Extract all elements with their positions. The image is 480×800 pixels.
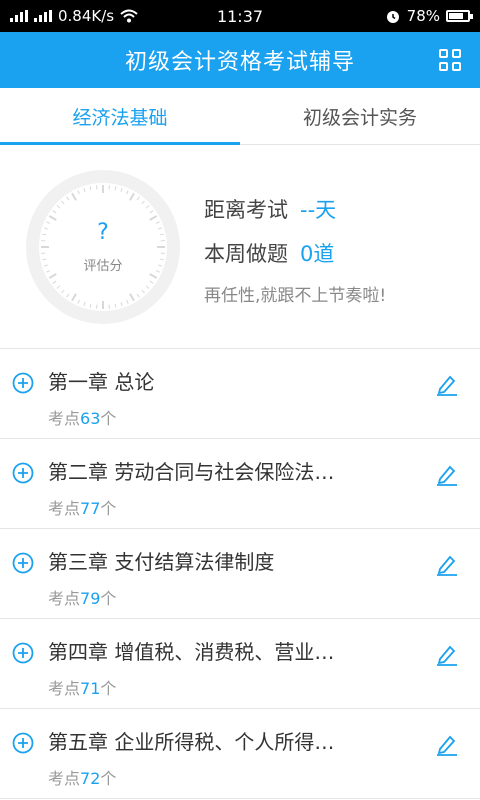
chapter-item[interactable]: 第一章 总论 考点63个 <box>0 349 480 439</box>
points-suffix: 个 <box>100 679 117 698</box>
chapter-item[interactable]: 第四章 增值税、消费税、营业… 考点71个 <box>0 619 480 709</box>
chapter-title: 第二章 劳动合同与社会保险法… <box>48 460 335 484</box>
expand-plus-icon[interactable] <box>12 552 34 574</box>
exam-countdown-label: 距离考试 <box>204 198 288 222</box>
expand-plus-icon[interactable] <box>12 372 34 394</box>
chapter-points: 考点77个 <box>48 495 480 519</box>
points-suffix: 个 <box>100 589 117 608</box>
exam-countdown: 距离考试 --天 <box>204 187 386 231</box>
chapter-title: 第四章 增值税、消费税、营业… <box>48 640 335 664</box>
status-right: 78% <box>385 7 473 25</box>
subject-tabs: 经济法基础 初级会计实务 <box>0 88 480 145</box>
points-count: 63 <box>80 409 101 428</box>
study-summary: ? 评估分 距离考试 --天 本周做题 0道 再任性,就跟不上节奏啦! <box>0 145 480 349</box>
battery-percent: 78% <box>406 7 440 25</box>
grid-icon[interactable] <box>436 46 464 74</box>
wifi-icon <box>120 9 138 23</box>
chapter-points: 考点79个 <box>48 585 480 609</box>
weekly-questions-value: 0道 <box>300 242 335 266</box>
score-value: ? <box>97 219 109 245</box>
edit-pencil-icon[interactable] <box>434 371 460 397</box>
chapter-item[interactable]: 第三章 支付结算法律制度 考点79个 <box>0 529 480 619</box>
edit-pencil-icon[interactable] <box>434 731 460 757</box>
points-suffix: 个 <box>100 499 117 518</box>
edit-pencil-icon[interactable] <box>434 461 460 487</box>
score-dial[interactable]: ? 评估分 <box>26 169 180 324</box>
battery-icon <box>446 10 473 22</box>
expand-plus-icon[interactable] <box>12 732 34 754</box>
chapter-list: 第一章 总论 考点63个 第二章 劳动合同与社会保险法… 考点77个 第三章 支… <box>0 349 480 799</box>
points-prefix: 考点 <box>48 589 81 608</box>
expand-plus-icon[interactable] <box>12 462 34 484</box>
points-suffix: 个 <box>100 409 117 428</box>
signal-icon <box>34 10 52 22</box>
chapter-item[interactable]: 第二章 劳动合同与社会保险法… 考点77个 <box>0 439 480 529</box>
signal-icon <box>10 10 28 22</box>
points-prefix: 考点 <box>48 769 81 788</box>
chapter-points: 考点63个 <box>48 405 480 429</box>
weekly-questions: 本周做题 0道 <box>204 231 386 275</box>
points-count: 71 <box>80 679 101 698</box>
points-suffix: 个 <box>100 769 117 788</box>
weekly-questions-label: 本周做题 <box>204 242 288 266</box>
status-bar: 0.84K/s 11:37 78% <box>0 0 480 32</box>
chapter-points: 考点72个 <box>48 765 480 789</box>
motto-text: 再任性,就跟不上节奏啦! <box>204 286 387 306</box>
points-prefix: 考点 <box>48 409 81 428</box>
network-speed: 0.84K/s <box>58 7 115 25</box>
expand-plus-icon[interactable] <box>12 642 34 664</box>
exam-countdown-value: --天 <box>300 198 337 222</box>
points-count: 79 <box>80 589 101 608</box>
points-prefix: 考点 <box>48 499 81 518</box>
app-bar: 初级会计资格考试辅导 <box>0 32 480 88</box>
score-label: 评估分 <box>83 258 123 274</box>
app-title: 初级会计资格考试辅导 <box>124 50 355 75</box>
chapter-title: 第一章 总论 <box>48 370 155 394</box>
edit-pencil-icon[interactable] <box>434 551 460 577</box>
points-count: 72 <box>80 769 101 788</box>
chapter-title: 第五章 企业所得税、个人所得… <box>48 730 335 754</box>
points-count: 77 <box>80 499 101 518</box>
points-prefix: 考点 <box>48 679 81 698</box>
status-left: 0.84K/s <box>10 7 138 25</box>
edit-pencil-icon[interactable] <box>434 641 460 667</box>
alarm-icon <box>386 11 399 23</box>
chapter-points: 考点71个 <box>48 675 480 699</box>
chapter-item[interactable]: 第五章 企业所得税、个人所得… 考点72个 <box>0 709 480 799</box>
tab-accounting-practice[interactable]: 初级会计实务 <box>240 88 480 144</box>
stats-panel: 距离考试 --天 本周做题 0道 再任性,就跟不上节奏啦! <box>204 187 386 306</box>
tab-economic-law[interactable]: 经济法基础 <box>0 88 240 145</box>
chapter-title: 第三章 支付结算法律制度 <box>48 550 275 574</box>
dial-ticks <box>39 182 167 311</box>
